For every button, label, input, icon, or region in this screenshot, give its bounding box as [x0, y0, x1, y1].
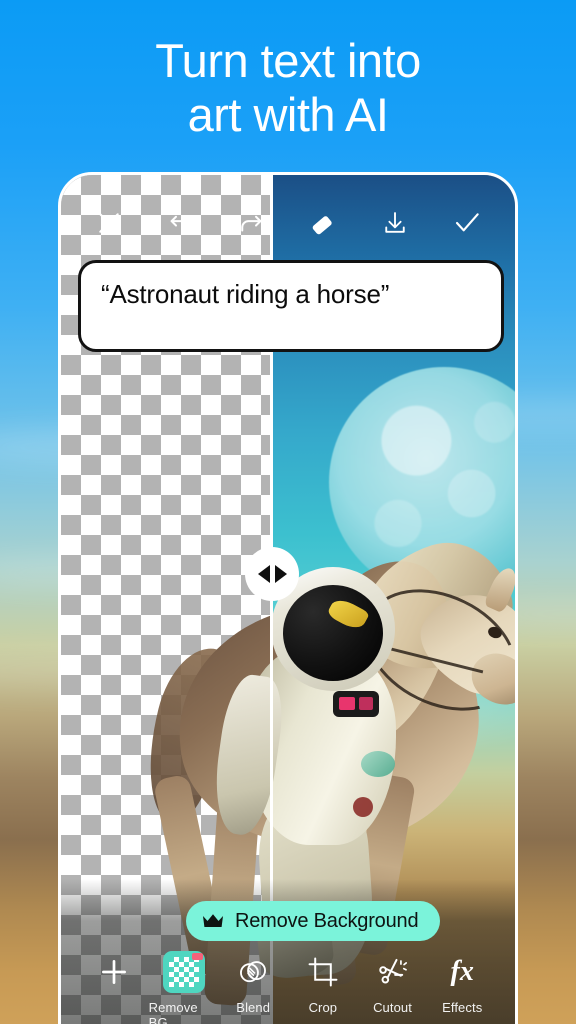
tool-blend-label: Blend — [236, 1000, 270, 1015]
scissors-sparkle-icon — [376, 951, 410, 993]
promo-screenshot: Turn text into art with AI — [0, 0, 576, 1024]
remove-background-label: Remove Background — [235, 910, 418, 933]
promo-headline: Turn text into art with AI — [0, 34, 576, 142]
plus-icon — [97, 951, 131, 993]
undo-button[interactable] — [159, 201, 203, 245]
tool-crop[interactable]: Crop — [288, 951, 358, 1015]
astronaut-chest-led — [339, 697, 355, 710]
astronaut-patch — [361, 751, 395, 777]
phone-mockup: “Astronaut riding a horse” Remove Backgr… — [58, 172, 518, 1024]
fx-icon: fx — [451, 951, 474, 993]
editor-topbar — [61, 175, 515, 271]
crown-icon — [202, 913, 224, 929]
redo-button[interactable] — [229, 201, 273, 245]
editor-toolbar: Remove BG Blend — [61, 937, 515, 1024]
crop-icon — [306, 951, 340, 993]
confirm-button[interactable] — [445, 201, 489, 245]
close-button[interactable] — [87, 201, 131, 245]
editor-screen: “Astronaut riding a horse” Remove Backgr… — [61, 175, 515, 1024]
chevron-left-icon — [258, 565, 270, 583]
astronaut-visor — [283, 585, 383, 681]
astronaut-patch — [353, 797, 373, 817]
tool-remove-bg[interactable]: Remove BG — [149, 951, 219, 1024]
eraser-button[interactable] — [301, 201, 345, 245]
remove-background-button[interactable]: Remove Background — [186, 901, 440, 941]
tool-remove-bg-label: Remove BG — [149, 1000, 219, 1024]
blend-icon — [236, 951, 270, 993]
checkerboard-icon — [163, 951, 205, 993]
new-badge — [192, 953, 203, 960]
tool-cutout[interactable]: Cutout — [358, 951, 428, 1015]
tool-blend[interactable]: Blend — [218, 951, 288, 1015]
chevron-right-icon — [275, 565, 287, 583]
astronaut-chest-led — [359, 697, 373, 710]
tool-effects[interactable]: fx Effects — [427, 951, 497, 1015]
before-after-handle[interactable] — [245, 547, 299, 601]
download-button[interactable] — [373, 201, 417, 245]
prompt-input-value: “Astronaut riding a horse” — [101, 277, 389, 311]
tool-cutout-label: Cutout — [373, 1000, 412, 1015]
add-layer-button[interactable] — [79, 951, 149, 1000]
prompt-input[interactable]: “Astronaut riding a horse” — [78, 260, 504, 352]
tool-effects-label: Effects — [442, 1000, 482, 1015]
tool-crop-label: Crop — [309, 1000, 338, 1015]
